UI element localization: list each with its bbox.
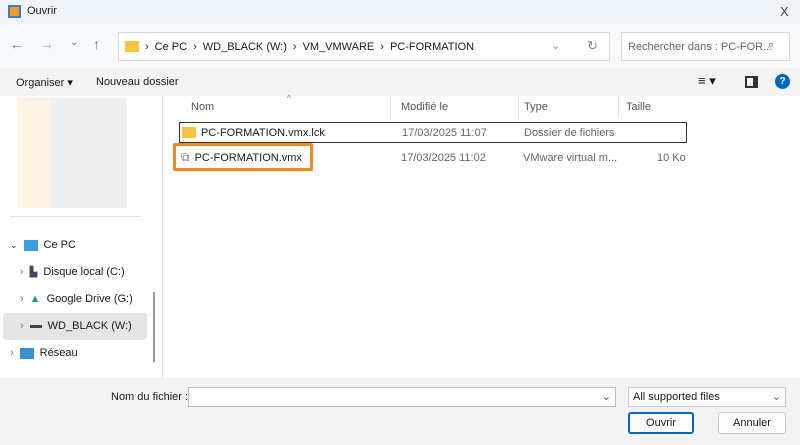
filter-value: All supported files — [633, 391, 720, 403]
breadcrumb-pc-formation[interactable]: PC-FORMATION — [390, 41, 474, 53]
breadcrumb-separator: › — [292, 40, 297, 53]
search-icon[interactable]: ⌕ — [768, 39, 774, 52]
chevron-down-icon[interactable]: ⌄ — [602, 390, 611, 403]
file-modified: 17/03/2025 11:07 — [402, 126, 487, 139]
blurred-quick-access — [17, 98, 127, 208]
column-header-name[interactable]: Nom — [191, 101, 214, 113]
search-input[interactable]: Rechercher dans : PC-FOR... ⌕ — [621, 32, 790, 61]
filename-input[interactable]: ⌄ — [188, 387, 616, 407]
folder-icon — [125, 41, 139, 52]
file-type: VMware virtual m... — [523, 151, 618, 164]
close-button[interactable]: X — [780, 4, 789, 19]
sidebar-item-ce-pc[interactable]: ⌄ Ce PC — [10, 232, 76, 258]
sort-ascending-icon: ^ — [287, 93, 292, 103]
navigation-pane: ⌄ Ce PC › ▙ Disque local (C:) › ▲ Google Driv… — [0, 96, 160, 378]
divider — [10, 216, 140, 217]
sidebar-scrollbar[interactable] — [153, 292, 155, 362]
sidebar-item-reseau[interactable]: › Réseau — [10, 340, 78, 366]
column-header-type[interactable]: Type — [524, 101, 548, 113]
forward-button[interactable]: → — [40, 36, 54, 52]
file-modified: 17/03/2025 11:02 — [401, 151, 486, 164]
breadcrumb-separator: › — [380, 40, 384, 53]
help-icon[interactable]: ? — [775, 74, 790, 89]
title-bar: Ouvrir X — [0, 0, 800, 24]
preview-pane-icon[interactable] — [745, 76, 758, 88]
window-title: Ouvrir — [27, 5, 57, 17]
sidebar-item-wd-black[interactable]: › WD_BLACK (W:) — [20, 313, 132, 339]
folder-icon — [182, 127, 196, 138]
footer: Nom du fichier : ⌄ All supported files ⌄… — [0, 378, 800, 445]
breadcrumb-ce-pc[interactable]: Ce PC — [155, 41, 187, 53]
chevron-down-icon: ⌄ — [771, 391, 781, 403]
new-folder-button[interactable]: Nouveau dossier — [96, 76, 179, 88]
column-header-size[interactable]: Taille — [626, 101, 651, 113]
breadcrumb-vm-vmware[interactable]: VM_VMWARE — [303, 41, 375, 53]
file-size: 10 Ko — [657, 151, 686, 164]
back-button[interactable]: ← — [10, 36, 24, 52]
sidebar-label: Google Drive (G:) — [46, 293, 133, 305]
address-dropdown-icon[interactable]: ⌄ — [551, 39, 560, 52]
search-placeholder: Rechercher dans : PC-FOR... — [628, 40, 773, 53]
file-name: PC-FORMATION.vmx.lck — [201, 126, 325, 139]
sidebar-item-google-drive[interactable]: › ▲ Google Drive (G:) — [20, 286, 133, 312]
sidebar-label: Disque local (C:) — [43, 266, 125, 278]
recent-dropdown[interactable]: ⌄ — [70, 37, 78, 48]
file-type-filter[interactable]: All supported files ⌄ — [628, 387, 786, 407]
highlight-annotation — [173, 143, 313, 171]
column-header-modified[interactable]: Modifié le — [401, 101, 448, 113]
computer-icon — [23, 239, 38, 251]
sidebar-label: WD_BLACK (W:) — [47, 320, 132, 332]
cancel-button[interactable]: Annuler — [718, 412, 786, 434]
column-divider — [618, 96, 619, 118]
sidebar-label: Ce PC — [43, 239, 76, 251]
breadcrumb-separator: › — [145, 40, 149, 53]
filename-label: Nom du fichier : — [111, 391, 189, 403]
file-list: ^ Nom Modifié le Type Taille PC-FORMATIO… — [162, 93, 800, 378]
toolbar: Organiser ▾ Nouveau dossier ≡ ▾ ? — [0, 68, 800, 96]
view-options-icon[interactable]: ≡ ▾ — [698, 73, 716, 89]
sidebar-label: Réseau — [39, 347, 78, 359]
refresh-icon[interactable]: ↻ — [587, 38, 598, 54]
file-type: Dossier de fichiers — [524, 126, 615, 139]
network-icon — [19, 347, 34, 359]
up-button[interactable]: ↑ — [93, 36, 100, 52]
column-divider — [390, 96, 391, 118]
drive-icon: ▙ — [29, 266, 38, 278]
sidebar-item-disque-local[interactable]: › ▙ Disque local (C:) — [20, 259, 125, 285]
breadcrumb-wd-black[interactable]: WD_BLACK (W:) — [203, 41, 287, 53]
open-button[interactable]: Ouvrir — [628, 412, 694, 434]
address-bar[interactable]: › Ce PC › WD_BLACK (W:) › VM_VMWARE › PC… — [118, 32, 610, 61]
column-divider — [518, 96, 519, 118]
file-row[interactable]: PC-FORMATION.vmx.lck 17/03/2025 11:07 Do… — [179, 122, 687, 143]
breadcrumb-separator: › — [193, 40, 197, 53]
organize-button[interactable]: Organiser ▾ — [16, 76, 73, 89]
vmware-app-icon — [8, 5, 21, 18]
google-drive-icon: ▲ — [29, 293, 41, 305]
drive-icon — [29, 324, 42, 328]
